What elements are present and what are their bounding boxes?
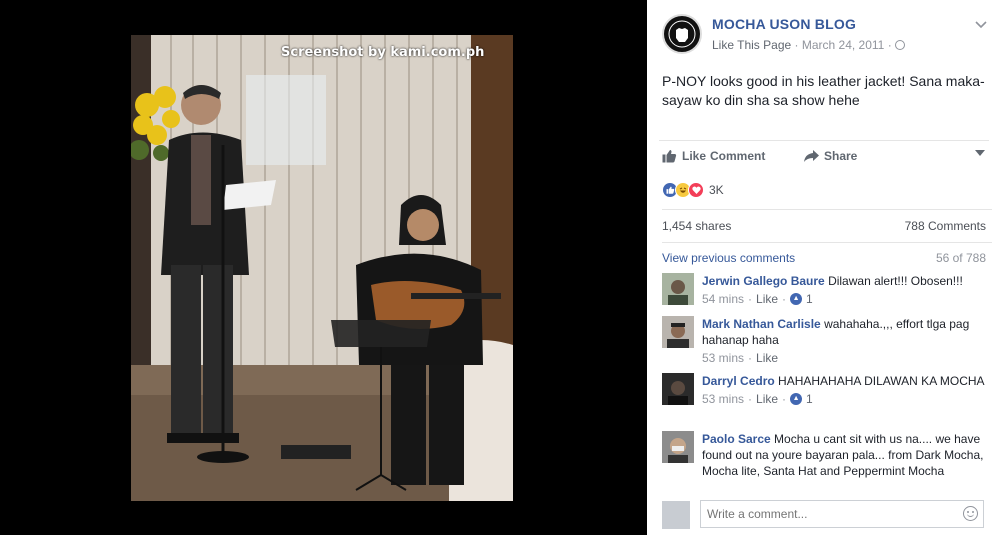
- comment-reaction-count[interactable]: 1: [806, 291, 813, 307]
- comment-meta: 54 mins · Like · ▲ 1: [702, 291, 992, 307]
- comment-meta: 53 mins · Like: [702, 350, 992, 366]
- like-reaction-icon: ▲: [790, 393, 803, 405]
- chevron-down-icon[interactable]: [975, 16, 987, 32]
- page-avatar[interactable]: [662, 14, 702, 54]
- share-arrow-icon: [804, 150, 819, 162]
- page-name-link[interactable]: MOCHA USON BLOG: [712, 16, 856, 32]
- post-date[interactable]: March 24, 2011: [802, 38, 885, 52]
- post-meta: Like This Page · March 24, 2011 ·: [712, 38, 906, 52]
- meta-separator: ·: [748, 351, 753, 365]
- meta-separator: ·: [887, 38, 892, 52]
- watermark-text: Screenshot by kami.com.ph: [281, 45, 485, 60]
- comment-input[interactable]: [700, 500, 984, 528]
- fist-logo-icon: [665, 17, 699, 51]
- love-reaction-icon: [688, 182, 704, 198]
- reaction-count: 3K: [709, 183, 724, 197]
- meta-separator: ·: [782, 392, 787, 406]
- avatar[interactable]: [662, 431, 694, 463]
- comment-time[interactable]: 54 mins: [702, 291, 744, 307]
- meta-separator: ·: [794, 38, 799, 52]
- post-actions: Like Comment Share: [659, 140, 989, 170]
- comment-like-link[interactable]: Like: [756, 350, 778, 366]
- meta-separator: ·: [748, 292, 753, 306]
- shares-count[interactable]: 1,454 shares: [662, 219, 731, 233]
- comment-author[interactable]: Darryl Cedro: [702, 374, 775, 388]
- meta-separator: ·: [782, 292, 787, 306]
- divider: [662, 209, 992, 210]
- like-page-link[interactable]: Like This Page: [712, 38, 791, 52]
- avatar[interactable]: [662, 373, 694, 405]
- comment-like-link[interactable]: Like: [756, 391, 778, 407]
- globe-icon: [895, 40, 906, 50]
- smiley-icon[interactable]: [963, 506, 978, 521]
- comment-pager: 56 of 788: [935, 251, 986, 265]
- comment-label: Comment: [710, 149, 766, 163]
- comments-count[interactable]: 788 Comments: [905, 219, 986, 233]
- divider: [662, 242, 992, 243]
- post-panel: MOCHA USON BLOG Like This Page · March 2…: [647, 0, 1000, 535]
- comment-body: Paolo Sarce Mocha u cant sit with us na.…: [702, 431, 992, 479]
- comment-time[interactable]: 53 mins: [702, 391, 744, 407]
- share-label: Share: [824, 149, 858, 163]
- post-header: MOCHA USON BLOG Like This Page · March 2…: [662, 14, 992, 56]
- comment-author[interactable]: Jerwin Gallego Baure: [702, 274, 825, 288]
- like-button[interactable]: Like: [662, 149, 706, 163]
- comment-body: Mark Nathan Carlisle wahahaha.,,, effort…: [702, 316, 992, 366]
- caret-down-icon[interactable]: [975, 147, 985, 159]
- thumbs-up-icon: [662, 150, 677, 163]
- avatar: [662, 501, 690, 529]
- post-text: P-NOY looks good in his leather jacket! …: [662, 73, 985, 108]
- share-button[interactable]: Share: [804, 149, 857, 163]
- comment-reaction-count[interactable]: 1: [806, 391, 813, 407]
- view-previous-comments-link[interactable]: View previous comments: [662, 251, 795, 265]
- comment-like-link[interactable]: Like: [756, 291, 778, 307]
- reaction-summary[interactable]: 3K: [662, 181, 724, 199]
- comment-body: Darryl Cedro HAHAHAHAHA DILAWAN KA MOCHA…: [702, 373, 992, 407]
- comment-author[interactable]: Paolo Sarce: [702, 432, 771, 446]
- avatar[interactable]: [662, 316, 694, 348]
- comment-meta: 53 mins · Like · ▲ 1: [702, 391, 992, 407]
- comment-text: HAHAHAHAHA DILAWAN KA MOCHA: [778, 374, 985, 388]
- photo-stage: Screenshot by kami.com.ph: [0, 0, 647, 535]
- like-label: Like: [682, 149, 707, 163]
- comment-text: Dilawan alert!!! Obosen!!!: [828, 274, 963, 288]
- comment-body: Jerwin Gallego Baure Dilawan alert!!! Ob…: [702, 273, 992, 307]
- post-photo[interactable]: Screenshot by kami.com.ph: [131, 35, 513, 501]
- like-reaction-icon: ▲: [790, 293, 803, 305]
- avatar[interactable]: [662, 273, 694, 305]
- photo-image: [131, 35, 513, 501]
- meta-separator: ·: [748, 392, 753, 406]
- comment-time[interactable]: 53 mins: [702, 350, 744, 366]
- comment-author[interactable]: Mark Nathan Carlisle: [702, 317, 821, 331]
- write-comment-row: [662, 500, 992, 530]
